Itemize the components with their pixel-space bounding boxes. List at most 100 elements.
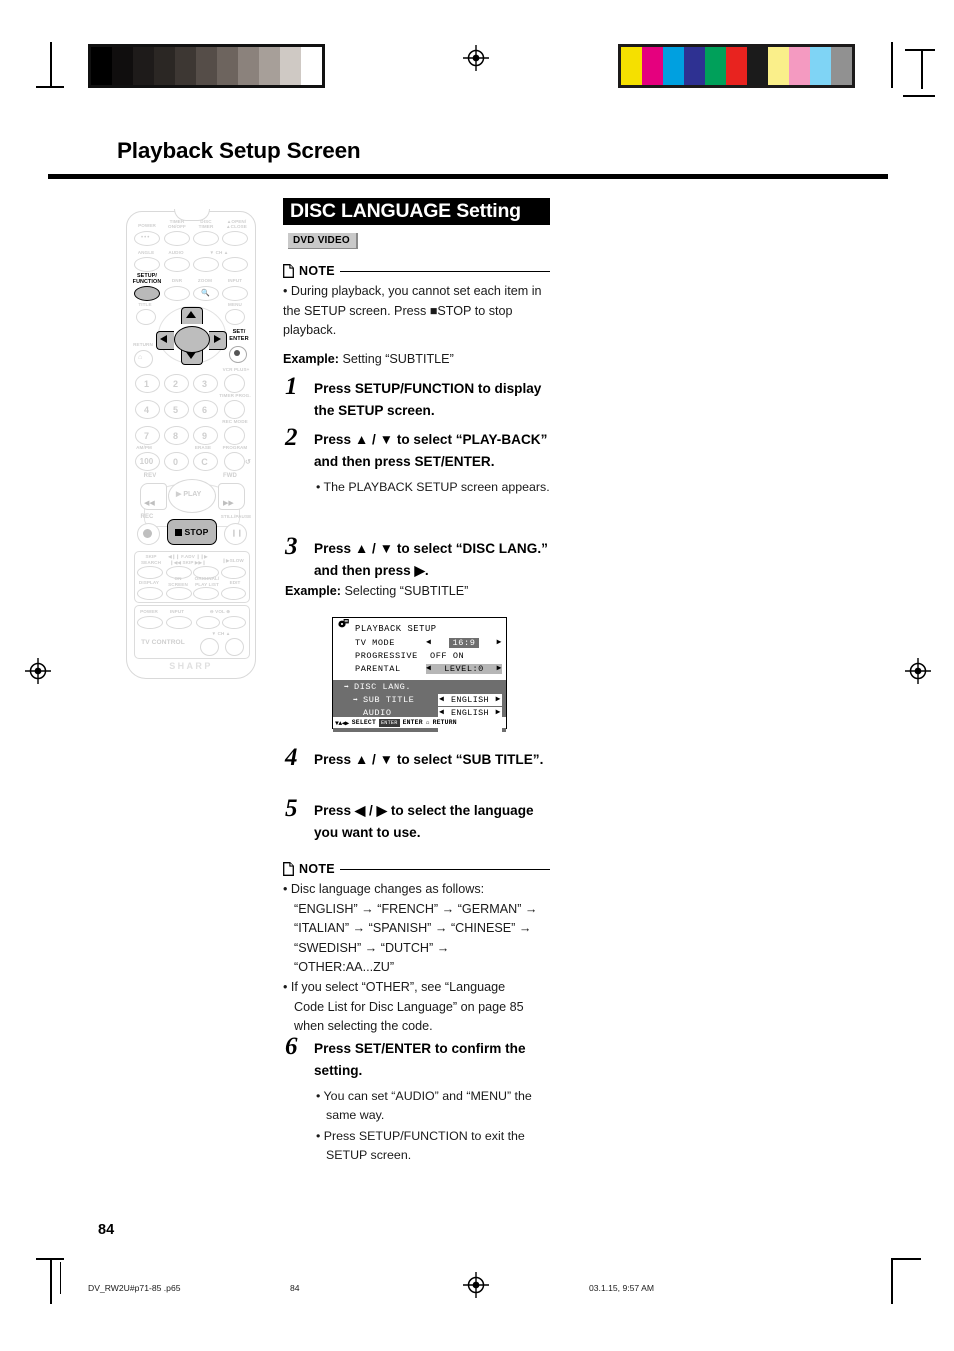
- on-screen-button[interactable]: [166, 587, 192, 600]
- set-enter-dot-icon: [234, 350, 240, 356]
- rec-mode-button[interactable]: [224, 426, 245, 445]
- original-playlist-button[interactable]: [193, 587, 219, 600]
- dpad-center[interactable]: [174, 326, 210, 353]
- note-bottom-item-1: “ENGLISH” → “FRENCH” → “GERMAN” →: [294, 901, 538, 916]
- left-arrow-icon[interactable]: ◀: [439, 695, 444, 704]
- cursor-arrow-icon: ➡: [353, 695, 359, 705]
- osd-row-progressive-label: PROGRESSIVE: [355, 650, 418, 661]
- remote-label-rec-mode: REC MODE: [222, 419, 248, 424]
- dnr-button[interactable]: [164, 286, 190, 301]
- gray-swatch-8: [259, 47, 280, 85]
- input-button[interactable]: [222, 286, 248, 301]
- channel-up-button[interactable]: [222, 257, 248, 272]
- osd-row-sub-title-value: ENGLISH: [451, 694, 489, 705]
- remote-label-setup-function: SETUP/FUNCTION: [132, 273, 162, 285]
- timer-onoff-button[interactable]: [164, 231, 190, 246]
- step-2-sub-1: • The PLAYBACK SETUP screen appears.: [316, 480, 550, 494]
- osd-footer-hints: ▼▲◀▶ SELECT ENTER ENTER ⌂ RETURN: [333, 717, 506, 728]
- note-top-body: • During playback, you cannot set each i…: [283, 284, 542, 338]
- note-bottom-item-5: • If you select “OTHER”, see “Language: [283, 979, 506, 994]
- tv-power-button[interactable]: [137, 616, 163, 629]
- right-arrow-icon[interactable]: ▶: [496, 695, 501, 704]
- osd-row-parental[interactable]: PARENTAL ◀ LEVEL:0 ▶: [333, 662, 506, 675]
- angle-button[interactable]: [134, 257, 160, 272]
- step-1: 1 Press SETUP/FUNCTION to display the SE…: [285, 373, 555, 421]
- example-step3-label: Example:: [285, 584, 341, 598]
- color-swatch-4: [705, 47, 726, 85]
- osd-playback-setup-screen: PLAYBACK SETUP TV MODE ◀ 16:9 ▶ PROGRESS…: [332, 617, 507, 732]
- registration-mark-left: [25, 658, 51, 684]
- audio-button[interactable]: [164, 257, 190, 272]
- color-calibration-strip: [618, 44, 855, 88]
- osd-row-tv-mode[interactable]: TV MODE ◀ 16:9 ▶: [333, 636, 506, 649]
- dpad-up-icon: [186, 311, 196, 318]
- color-swatch-9: [810, 47, 831, 85]
- remote-label-disc-timer: DISC TIMER: [198, 219, 214, 229]
- remote-label-ch: ▼ CH ▲: [209, 250, 229, 255]
- repeat-loop-icon: ↺: [245, 459, 251, 466]
- note-bottom-rule: [339, 868, 550, 870]
- gray-swatch-3: [154, 47, 175, 85]
- note-bottom-item-0: • Disc language changes as follows:: [283, 882, 485, 896]
- key-label-100: 100: [139, 457, 154, 466]
- color-swatch-10: [831, 47, 852, 85]
- note-bottom-item-2: “ITALIAN” → “SPANISH” → “CHINESE” →: [294, 921, 532, 936]
- remote-label-menu: MENU: [228, 302, 242, 307]
- right-arrow-icon[interactable]: ▶: [497, 638, 502, 647]
- setup-function-button[interactable]: [134, 286, 160, 301]
- volume-down-button[interactable]: [196, 616, 220, 629]
- fast-forward-icon: ▶▶: [223, 500, 234, 507]
- tv-channel-up-button[interactable]: [225, 638, 244, 656]
- step-2-text: Press ▲ / ▼ to select “PLAY-BACK” and th…: [314, 432, 548, 469]
- remote-label-timer-onoff: TIMER ON/OFF: [168, 219, 186, 229]
- edit-button[interactable]: [221, 587, 246, 600]
- return-button[interactable]: [134, 350, 153, 368]
- osd-row-sub-title[interactable]: ➡ SUB TITLE ◀ ENGLISH ▶: [333, 693, 506, 706]
- osd-footer-return: RETURN: [432, 719, 457, 726]
- page-number: 84: [98, 1222, 115, 1238]
- tv-channel-down-button[interactable]: [200, 638, 219, 656]
- tv-input-button[interactable]: [166, 616, 192, 629]
- remote-label-power: POWER: [138, 223, 156, 228]
- osd-row-progressive[interactable]: PROGRESSIVE OFF ON: [333, 649, 506, 662]
- gray-swatch-6: [217, 47, 238, 85]
- remote-label-input: INPUT: [227, 278, 243, 283]
- note-top-label: NOTE: [299, 264, 335, 278]
- disc-timer-button[interactable]: [193, 231, 219, 246]
- vcr-plus-button[interactable]: [224, 374, 245, 393]
- skip-search-button[interactable]: [137, 566, 163, 579]
- note-bottom-body: • Disc language changes as follows: “ENG…: [283, 880, 555, 1037]
- left-arrow-icon[interactable]: ◀: [426, 664, 431, 673]
- osd-row-progressive-value: OFF ON: [430, 650, 465, 661]
- right-arrow-icon[interactable]: ▶: [496, 708, 501, 717]
- title-button[interactable]: [136, 309, 156, 325]
- key-label-4: 4: [143, 405, 150, 415]
- display-button[interactable]: [137, 587, 163, 600]
- slow-button[interactable]: [221, 566, 246, 579]
- channel-down-button[interactable]: [193, 257, 219, 272]
- remote-label-audio: AUDIO: [168, 250, 184, 255]
- key-label-0: 0: [172, 457, 179, 467]
- osd-row-disc-lang[interactable]: ➡ DISC LANG.: [333, 680, 506, 693]
- dpad-left-icon: [160, 335, 167, 343]
- remote-label-still-pause: STILL/PAUSE: [220, 514, 252, 519]
- step-4-text: Press ▲ / ▼ to select “SUB TITLE”.: [314, 752, 544, 767]
- color-swatch-6: [747, 47, 768, 85]
- left-arrow-icon[interactable]: ◀: [439, 708, 444, 717]
- volume-up-button[interactable]: [222, 616, 246, 629]
- right-arrow-icon[interactable]: ▶: [497, 664, 502, 673]
- stop-square-icon: [175, 528, 183, 536]
- registration-mark-right: [905, 658, 931, 684]
- menu-button[interactable]: [225, 309, 245, 325]
- remote-label-rev: REV: [143, 473, 157, 479]
- open-close-button[interactable]: [222, 231, 248, 246]
- gray-swatch-0: [91, 47, 112, 85]
- step-3: 3 Press ▲ / ▼ to select “DISC LANG.” and…: [285, 533, 555, 581]
- timer-prog-button[interactable]: [224, 400, 245, 419]
- stop-button[interactable]: STOP: [167, 519, 217, 545]
- step-6-number: 6: [285, 1033, 298, 1060]
- pause-icon: ❙❙: [231, 530, 243, 537]
- gray-swatch-2: [133, 47, 154, 85]
- left-arrow-icon[interactable]: ◀: [426, 638, 431, 647]
- grayscale-calibration-strip: [88, 44, 325, 88]
